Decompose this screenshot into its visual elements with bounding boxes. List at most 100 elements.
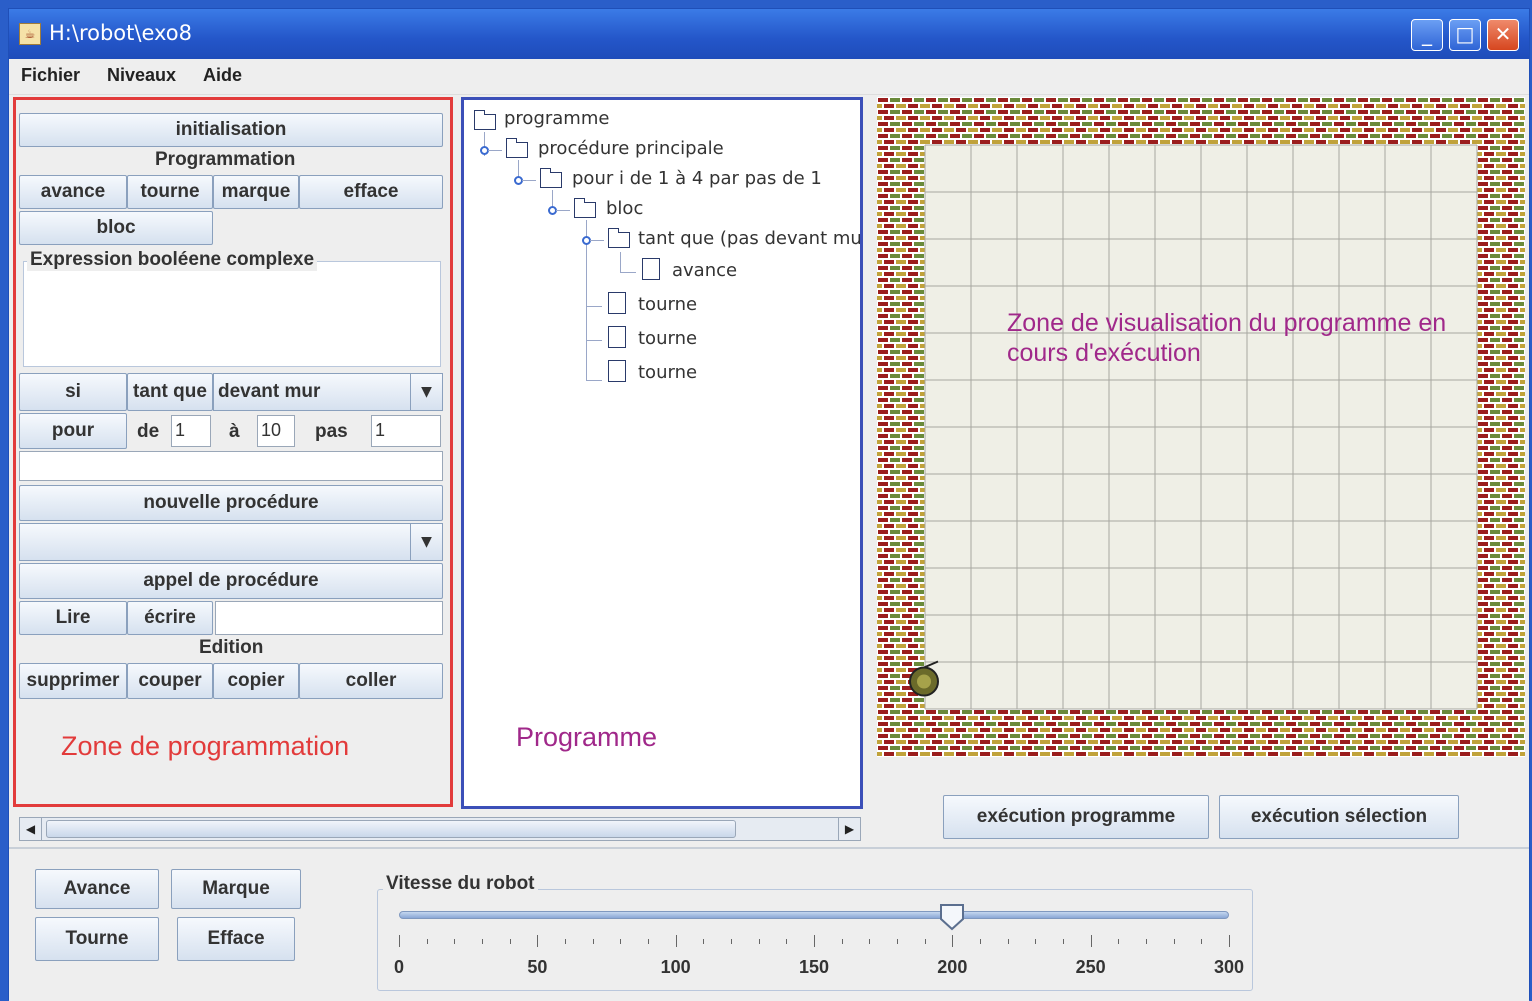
document-icon: [642, 258, 660, 280]
tree-tourne-1[interactable]: tourne: [638, 294, 697, 315]
java-app-icon: ☕: [19, 23, 41, 45]
speed-slider-thumb[interactable]: [939, 903, 965, 931]
condition-select[interactable]: devant mur ▼: [213, 373, 443, 411]
coller-button[interactable]: coller: [299, 663, 443, 699]
minor-tick: [1201, 939, 1203, 944]
initialisation-button[interactable]: initialisation: [19, 113, 443, 147]
tourne-control-button[interactable]: Tourne: [35, 917, 159, 961]
procedure-select[interactable]: ▼: [19, 523, 443, 561]
minor-tick: [1063, 939, 1064, 944]
minor-tick: [786, 939, 788, 944]
supprimer-button[interactable]: supprimer: [19, 663, 127, 699]
menu-aide[interactable]: Aide: [203, 65, 242, 86]
bottom-wall: [877, 709, 1525, 757]
minor-tick: [924, 939, 926, 944]
a-label: à: [229, 421, 240, 442]
avance-control-button[interactable]: Avance: [35, 869, 159, 909]
tree-root[interactable]: programme: [504, 108, 609, 129]
folder-icon: [506, 138, 528, 158]
minor-tick: [565, 939, 566, 944]
document-icon: [608, 360, 626, 382]
major-tick: [537, 935, 539, 947]
tick-label: 300: [1213, 957, 1245, 977]
efface-control-button[interactable]: Efface: [177, 917, 295, 961]
efface-button[interactable]: efface: [299, 175, 443, 209]
major-tick: [399, 935, 400, 947]
minor-tick: [509, 939, 511, 944]
folder-icon: [608, 228, 630, 248]
condition-value: devant mur: [218, 381, 321, 402]
speed-ticks: 0 50 100 150 200 250 300: [394, 935, 1244, 985]
visualisation-annotation-line2: cours d'exécution: [1007, 339, 1201, 367]
copier-button[interactable]: copier: [213, 663, 299, 699]
a-input[interactable]: 10: [257, 415, 295, 447]
menu-fichier[interactable]: Fichier: [21, 65, 80, 86]
empty-text-field[interactable]: [19, 451, 443, 481]
edition-label: Edition: [199, 637, 264, 658]
close-icon[interactable]: ✕: [1487, 19, 1519, 51]
document-icon: [608, 292, 626, 314]
minor-tick: [1035, 939, 1037, 944]
nouvelle-procedure-button[interactable]: nouvelle procédure: [19, 485, 443, 521]
tree-main-procedure[interactable]: procédure principale: [538, 138, 724, 159]
ecrire-button[interactable]: écrire: [127, 601, 213, 635]
tick-label: 250: [1075, 957, 1106, 977]
speed-slider-track[interactable]: [399, 911, 1229, 919]
execution-programme-button[interactable]: exécution programme: [943, 795, 1209, 839]
visualisation-annotation-line1: Zone de visualisation du programme en: [1007, 309, 1446, 337]
boolean-expression-box[interactable]: [23, 261, 441, 367]
robot-visualisation-grid: Zone de visualisation du programme en co…: [877, 97, 1525, 757]
pas-input[interactable]: 1: [371, 415, 441, 447]
bloc-button[interactable]: bloc: [19, 211, 213, 245]
minor-tick: [703, 939, 705, 944]
menu-niveaux[interactable]: Niveaux: [107, 65, 176, 86]
de-label: de: [137, 421, 160, 442]
minimize-icon[interactable]: _: [1411, 19, 1443, 51]
minor-tick: [1173, 939, 1175, 944]
major-tick: [952, 935, 954, 947]
horizontal-scrollbar[interactable]: ◀ ▶: [19, 817, 861, 841]
tick-label: 100: [660, 957, 691, 977]
ecrire-input[interactable]: [215, 601, 443, 635]
tourne-button[interactable]: tourne: [127, 175, 213, 209]
pour-button[interactable]: pour: [19, 413, 127, 449]
scroll-thumb[interactable]: [46, 820, 736, 838]
lire-button[interactable]: Lire: [19, 601, 127, 635]
maximize-icon[interactable]: □: [1449, 19, 1481, 51]
tree-avance[interactable]: avance: [672, 260, 737, 281]
minor-tick: [897, 939, 898, 944]
tree-tourne-2[interactable]: tourne: [638, 328, 697, 349]
couper-button[interactable]: couper: [127, 663, 213, 699]
program-tree-panel: programme procédure principale pour i de…: [461, 97, 863, 809]
scroll-right-icon[interactable]: ▶: [838, 818, 860, 840]
appel-procedure-button[interactable]: appel de procédure: [19, 563, 443, 599]
execution-selection-button[interactable]: exécution sélection: [1219, 795, 1459, 839]
tree-tourne-3[interactable]: tourne: [638, 362, 697, 383]
marque-button[interactable]: marque: [213, 175, 299, 209]
marque-control-button[interactable]: Marque: [171, 869, 301, 909]
avance-button[interactable]: avance: [19, 175, 127, 209]
folder-icon: [540, 168, 562, 188]
major-tick: [1229, 935, 1230, 947]
minor-tick: [758, 939, 760, 944]
tree-bloc[interactable]: bloc: [606, 198, 643, 219]
tant-que-button[interactable]: tant que: [127, 373, 213, 411]
program-annotation: Programme: [516, 722, 658, 752]
major-tick: [814, 935, 815, 947]
de-input[interactable]: 1: [171, 415, 211, 447]
tick-label: 50: [527, 957, 548, 977]
app-window: ☕ H:\robot\exo8 _ □ ✕ Fichier Niveaux Ai…: [8, 8, 1530, 1001]
minor-tick: [980, 939, 981, 944]
chevron-down-icon[interactable]: ▼: [410, 524, 442, 560]
chevron-down-icon[interactable]: ▼: [410, 374, 442, 410]
minor-tick: [592, 939, 594, 944]
speed-title: Vitesse du robot: [383, 873, 538, 895]
tree-loop[interactable]: pour i de 1 à 4 par pas de 1: [572, 168, 822, 189]
tree-while[interactable]: tant que (pas devant mur): [638, 228, 860, 249]
si-button[interactable]: si: [19, 373, 127, 411]
document-icon: [608, 326, 626, 348]
minor-tick: [731, 939, 732, 944]
minor-tick: [1146, 939, 1147, 944]
scroll-left-icon[interactable]: ◀: [20, 818, 42, 840]
tick-label: 200: [937, 957, 968, 977]
